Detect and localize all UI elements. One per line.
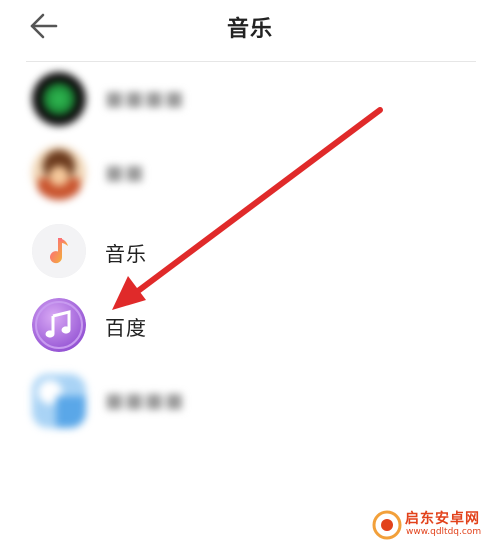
- app-list-item-music[interactable]: 音乐: [0, 214, 500, 288]
- music-note-icon: [32, 224, 86, 278]
- blurred-label-placeholder: ■■■■: [105, 388, 185, 412]
- blurred-blue-app-icon: [32, 374, 86, 428]
- app-list-item[interactable]: ■■■■: [0, 62, 500, 136]
- app-label: 音乐: [105, 242, 147, 266]
- blurred-label-placeholder: ■■■■: [105, 86, 185, 110]
- watermark-name: 启东安卓网: [405, 511, 480, 527]
- app-list-item-baidu[interactable]: 百度: [0, 288, 500, 362]
- watermark: 启东安卓网 www.qdltdq.com: [372, 506, 496, 542]
- blurred-green-app-icon: [32, 72, 86, 126]
- page-title: 音乐: [226, 17, 273, 42]
- app-label: 百度: [105, 316, 147, 340]
- header-bar: 音乐: [0, 0, 500, 60]
- music-notes-purple-icon: [32, 298, 86, 352]
- watermark-url: www.qdltdq.com: [406, 527, 482, 537]
- watermark-logo-icon: [372, 510, 402, 540]
- app-list-item[interactable]: ■■: [0, 136, 500, 210]
- blurred-character-app-icon: [32, 146, 86, 200]
- blurred-label-placeholder: ■■: [105, 160, 145, 184]
- app-list-item[interactable]: ■■■■: [0, 364, 500, 438]
